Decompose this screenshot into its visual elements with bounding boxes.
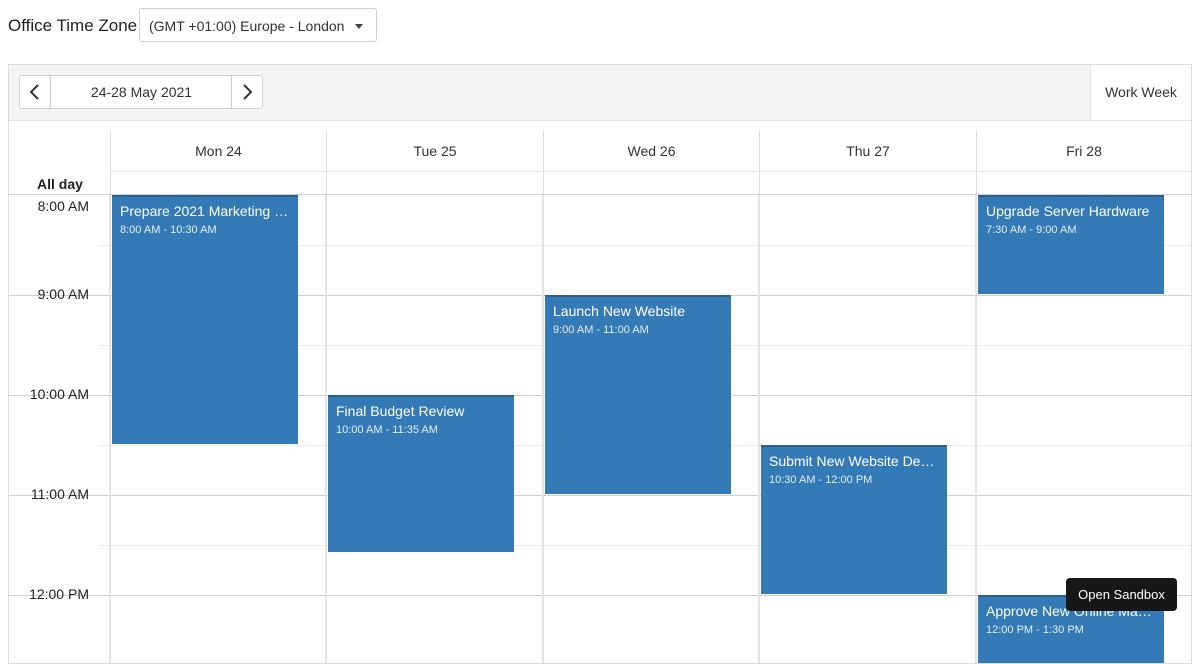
event-time: 7:30 AM - 9:00 AM [986,224,1077,236]
event-prepare-marketing-plan[interactable]: Prepare 2021 Marketing P... 8:00 AM - 10… [112,195,298,444]
event-time: 8:00 AM - 10:30 AM [120,224,217,236]
allday-cell-fri[interactable] [976,171,1191,194]
grid-hour-line [9,495,1191,496]
event-title: Launch New Website [553,303,686,319]
next-button[interactable] [231,76,262,108]
event-title: Submit New Website Desi... [769,453,939,469]
allday-cell-thu[interactable] [759,171,976,194]
timezone-value: (GMT +01:00) Europe - London [149,18,345,34]
date-navigation: 24-28 May 2021 [19,75,263,109]
allday-cell-tue[interactable] [326,171,543,194]
time-label-9am: 9:00 AM [37,286,89,302]
timezone-label: Office Time Zone [8,16,138,35]
date-range-label[interactable]: 24-28 May 2021 [51,76,232,108]
chevron-right-icon [243,84,253,100]
grid-column-line [325,195,327,663]
event-title: Final Budget Review [336,403,465,419]
grid-column-line [975,195,977,663]
event-title: Prepare 2021 Marketing P... [120,203,290,219]
event-title: Upgrade Server Hardware [986,203,1150,219]
time-label-8am: 8:00 AM [37,198,89,214]
timezone-select[interactable]: (GMT +01:00) Europe - London [139,8,377,42]
event-time: 12:00 PM - 1:30 PM [986,624,1084,636]
grid-column-line [109,195,111,663]
grid-column-line [758,195,760,663]
time-label-10am: 10:00 AM [29,386,89,402]
grid-column-line [542,195,544,663]
previous-button[interactable] [20,76,51,108]
view-work-week-button[interactable]: Work Week [1090,65,1191,120]
event-upgrade-server-hardware[interactable]: Upgrade Server Hardware 7:30 AM - 9:00 A… [978,195,1164,294]
time-label-12pm: 12:00 PM [29,586,89,602]
allday-cell-mon[interactable] [110,171,326,194]
time-label-11am: 11:00 AM [30,486,89,502]
allday-label: All day [37,176,83,192]
scheduler-toolbar: 24-28 May 2021 Work Week [9,65,1191,121]
event-time: 10:30 AM - 12:00 PM [769,474,873,486]
event-time: 10:00 AM - 11:35 AM [336,424,438,436]
event-launch-new-website[interactable]: Launch New Website 9:00 AM - 11:00 AM [545,295,731,494]
day-header-tue: Tue 25 [326,131,543,171]
event-time: 9:00 AM - 11:00 AM [553,324,649,336]
day-header-mon: Mon 24 [110,131,326,171]
event-final-budget-review[interactable]: Final Budget Review 10:00 AM - 11:35 AM [328,395,514,552]
grid-half-line [99,545,1191,546]
chevron-left-icon [29,84,39,100]
day-header-fri: Fri 28 [976,131,1191,171]
scheduler: 24-28 May 2021 Work Week Mon 24 Tue 25 W… [8,64,1192,664]
day-header-thu: Thu 27 [759,131,976,171]
day-header-wed: Wed 26 [543,131,759,171]
event-submit-website-design[interactable]: Submit New Website Desi... 10:30 AM - 12… [761,445,947,594]
open-sandbox-button[interactable]: Open Sandbox [1066,578,1177,611]
allday-cell-wed[interactable] [543,171,759,194]
caret-down-icon [355,24,363,29]
